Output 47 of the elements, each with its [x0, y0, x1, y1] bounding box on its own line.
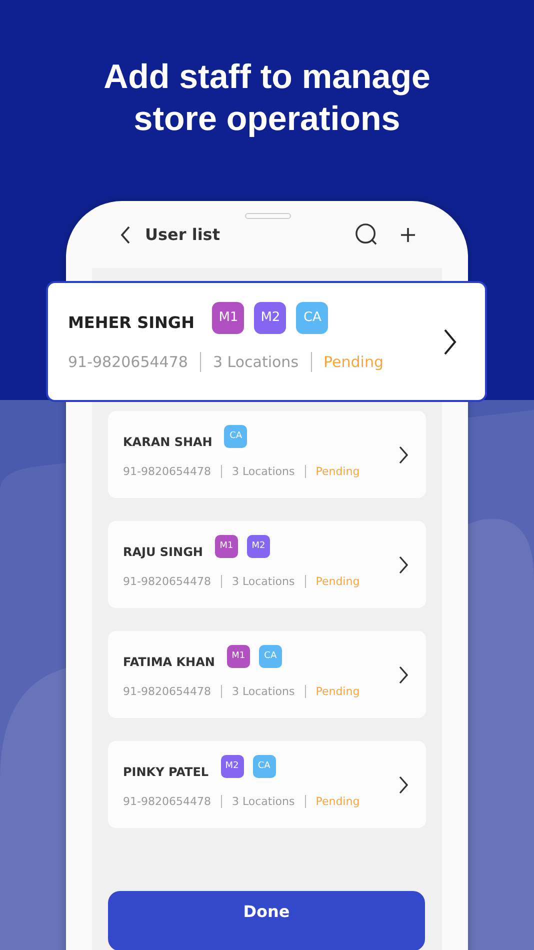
status-label: Pending: [316, 685, 360, 698]
phone-number: 91-9820654478: [68, 352, 188, 370]
back-icon[interactable]: [121, 226, 131, 244]
user-name: FATIMA KHAN: [123, 655, 215, 669]
role-tag: M1: [212, 302, 244, 334]
user-name: KARAN SHAH: [123, 435, 212, 449]
status-label: Pending: [316, 795, 360, 808]
role-tag: CA: [258, 644, 282, 668]
done-button[interactable]: Done: [108, 891, 425, 950]
phone-number: 91-9820654478: [123, 465, 211, 478]
role-tag: CA: [252, 754, 276, 778]
role-tag: CA: [224, 424, 248, 448]
search-icon[interactable]: [355, 223, 378, 246]
locations-count: 3 Locations: [232, 465, 295, 478]
role-tag: CA: [296, 302, 328, 334]
user-card[interactable]: FATIMA KHAN M1 CA 91-9820654478 3 Locations Pending: [108, 631, 426, 718]
locations-count: 3 Locations: [232, 795, 295, 808]
phone-number: 91-9820654478: [123, 575, 211, 588]
user-card[interactable]: RAJU SINGH M1 M2 91-9820654478 3 Locations Pending: [108, 521, 426, 608]
speaker-slot: [245, 213, 291, 219]
user-name: PINKY PATEL: [123, 765, 209, 779]
chevron-icon: [398, 556, 408, 574]
phone-number: 91-9820654478: [123, 685, 211, 698]
chevron-icon: [398, 776, 408, 794]
locations-count: 3 Locations: [212, 352, 299, 370]
role-tag: M2: [254, 302, 286, 334]
user-card[interactable]: MEHER SINGH M1 M2 CA 91-9820654478 3 Locations Pending: [46, 281, 487, 402]
chevron-icon: [443, 328, 457, 354]
screen-title: User list: [145, 225, 221, 244]
locations-count: 3 Locations: [232, 685, 295, 698]
status-label: Pending: [316, 575, 360, 588]
chevron-icon: [398, 446, 408, 464]
locations-count: 3 Locations: [232, 575, 295, 588]
role-tag: M2: [246, 534, 270, 558]
role-tag: M1: [226, 644, 250, 668]
user-card[interactable]: PINKY PATEL M2 CA 91-9820654478 3 Locations Pending: [108, 741, 426, 828]
phone-number: 91-9820654478: [123, 795, 211, 808]
user-name: RAJU SINGH: [123, 545, 203, 559]
status-label: Pending: [324, 352, 384, 370]
role-tag: M2: [220, 754, 244, 778]
chevron-icon: [398, 666, 408, 684]
role-tag: M1: [214, 534, 238, 558]
user-card[interactable]: KARAN SHAH CA 91-9820654478 3 Locations Pending: [108, 411, 426, 498]
status-label: Pending: [316, 465, 360, 478]
headline: Add staff to manage store operations: [102, 57, 432, 140]
add-icon[interactable]: [400, 226, 416, 242]
user-name: MEHER SINGH: [68, 313, 194, 332]
